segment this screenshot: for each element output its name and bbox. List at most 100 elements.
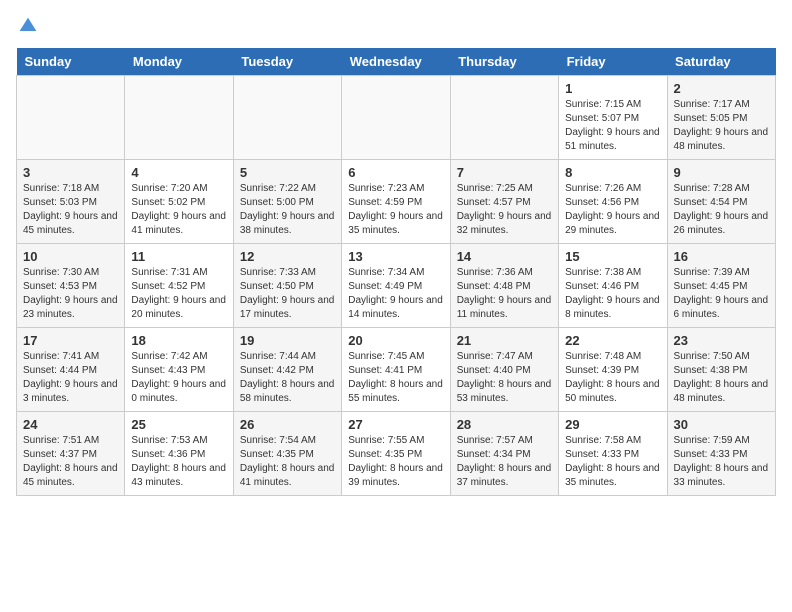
day-info: Sunrise: 7:48 AMSunset: 4:39 PMDaylight:… — [565, 350, 660, 406]
calendar-day-cell: 22Sunrise: 7:48 AMSunset: 4:39 PMDayligh… — [559, 328, 667, 412]
calendar-empty-cell — [125, 76, 233, 160]
day-info: Sunrise: 7:15 AMSunset: 5:07 PMDaylight:… — [565, 98, 660, 154]
calendar-day-cell: 17 Sunrise: 7:41 AMSunset: 4:44 PMDayligh… — [17, 328, 125, 412]
calendar-day-cell: 19 Sunrise: 7:44 AMSunset: 4:42 PMDayligh… — [233, 328, 341, 412]
logo — [16, 16, 38, 36]
calendar-week-row: 24Sunrise: 7:51 AMSunset: 4:37 PMDayligh… — [17, 412, 776, 496]
calendar-day-cell: 4 Sunrise: 7:20 AMSunset: 5:02 PMDaylight… — [125, 160, 233, 244]
day-number: 18 — [131, 333, 226, 348]
calendar-day-cell: 27Sunrise: 7:55 AMSunset: 4:35 PMDayligh… — [342, 412, 450, 496]
day-info: Sunrise: 7:39 AMSunset: 4:45 PMDaylight:… — [674, 266, 769, 322]
header-tuesday: Tuesday — [233, 48, 341, 76]
day-number: 26 — [240, 417, 335, 432]
calendar-empty-cell — [17, 76, 125, 160]
calendar-day-cell: 6Sunrise: 7:23 AMSunset: 4:59 PMDaylight… — [342, 160, 450, 244]
day-number: 15 — [565, 249, 660, 264]
day-info: Sunrise: 7:44 AMSunset: 4:42 PMDaylight:… — [240, 350, 335, 406]
day-info: Sunrise: 7:55 AMSunset: 4:35 PMDaylight:… — [348, 434, 443, 490]
calendar-day-cell: 21 Sunrise: 7:47 AMSunset: 4:40 PMDayligh… — [450, 328, 558, 412]
calendar-table: SundayMondayTuesdayWednesdayThursdayFrid… — [16, 48, 776, 496]
day-number: 16 — [674, 249, 769, 264]
day-number: 21 — [457, 333, 552, 348]
day-number: 25 — [131, 417, 226, 432]
header-friday: Friday — [559, 48, 667, 76]
day-info: Sunrise: 7:50 AMSunset: 4:38 PMDaylight:… — [674, 350, 769, 406]
calendar-empty-cell — [233, 76, 341, 160]
day-info: Sunrise: 7:36 AMSunset: 4:48 PMDaylight:… — [457, 266, 552, 322]
day-info: Sunrise: 7:31 AMSunset: 4:52 PMDaylight:… — [131, 266, 226, 322]
day-info: Sunrise: 7:26 AMSunset: 4:56 PMDaylight:… — [565, 182, 660, 238]
day-info: Sunrise: 7:53 AMSunset: 4:36 PMDaylight:… — [131, 434, 226, 490]
day-info: Sunrise: 7:42 AMSunset: 4:43 PMDaylight:… — [131, 350, 226, 406]
day-number: 19 — [240, 333, 335, 348]
calendar-day-cell: 25 Sunrise: 7:53 AMSunset: 4:36 PMDayligh… — [125, 412, 233, 496]
calendar-day-cell: 18 Sunrise: 7:42 AMSunset: 4:43 PMDayligh… — [125, 328, 233, 412]
day-number: 11 — [131, 249, 226, 264]
header-thursday: Thursday — [450, 48, 558, 76]
header-sunday: Sunday — [17, 48, 125, 76]
day-number: 14 — [457, 249, 552, 264]
header-wednesday: Wednesday — [342, 48, 450, 76]
calendar-day-cell: 20 Sunrise: 7:45 AMSunset: 4:41 PMDayligh… — [342, 328, 450, 412]
calendar-day-cell: 26 Sunrise: 7:54 AMSunset: 4:35 PMDayligh… — [233, 412, 341, 496]
header-saturday: Saturday — [667, 48, 775, 76]
day-number: 5 — [240, 165, 335, 180]
calendar-day-cell: 15 Sunrise: 7:38 AMSunset: 4:46 PMDayligh… — [559, 244, 667, 328]
calendar-week-row: 1Sunrise: 7:15 AMSunset: 5:07 PMDaylight… — [17, 76, 776, 160]
calendar-day-cell: 9 Sunrise: 7:28 AMSunset: 4:54 PMDaylight… — [667, 160, 775, 244]
day-number: 17 — [23, 333, 118, 348]
day-number: 7 — [457, 165, 552, 180]
day-number: 6 — [348, 165, 443, 180]
calendar-day-cell: 28Sunrise: 7:57 AMSunset: 4:34 PMDayligh… — [450, 412, 558, 496]
calendar-day-cell: 24Sunrise: 7:51 AMSunset: 4:37 PMDayligh… — [17, 412, 125, 496]
day-number: 4 — [131, 165, 226, 180]
day-number: 2 — [674, 81, 769, 96]
calendar-day-cell: 10 Sunrise: 7:30 AMSunset: 4:53 PMDayligh… — [17, 244, 125, 328]
calendar-empty-cell — [342, 76, 450, 160]
calendar-day-cell: 12Sunrise: 7:33 AMSunset: 4:50 PMDayligh… — [233, 244, 341, 328]
calendar-day-cell: 30Sunrise: 7:59 AMSunset: 4:33 PMDayligh… — [667, 412, 775, 496]
day-number: 3 — [23, 165, 118, 180]
calendar-day-cell: 23 Sunrise: 7:50 AMSunset: 4:38 PMDayligh… — [667, 328, 775, 412]
calendar-day-cell: 3 Sunrise: 7:18 AMSunset: 5:03 PMDaylight… — [17, 160, 125, 244]
calendar-empty-cell — [450, 76, 558, 160]
day-info: Sunrise: 7:34 AMSunset: 4:49 PMDaylight:… — [348, 266, 443, 322]
day-number: 12 — [240, 249, 335, 264]
day-info: Sunrise: 7:28 AMSunset: 4:54 PMDaylight:… — [674, 182, 769, 238]
day-info: Sunrise: 7:41 AMSunset: 4:44 PMDaylight:… — [23, 350, 118, 406]
calendar-week-row: 17 Sunrise: 7:41 AMSunset: 4:44 PMDayligh… — [17, 328, 776, 412]
day-number: 8 — [565, 165, 660, 180]
calendar-day-cell: 11 Sunrise: 7:31 AMSunset: 4:52 PMDayligh… — [125, 244, 233, 328]
day-info: Sunrise: 7:38 AMSunset: 4:46 PMDaylight:… — [565, 266, 660, 322]
calendar-day-cell: 5 Sunrise: 7:22 AMSunset: 5:00 PMDaylight… — [233, 160, 341, 244]
day-info: Sunrise: 7:25 AMSunset: 4:57 PMDaylight:… — [457, 182, 552, 238]
day-info: Sunrise: 7:17 AMSunset: 5:05 PMDaylight:… — [674, 98, 769, 154]
logo-icon — [18, 16, 38, 36]
day-info: Sunrise: 7:47 AMSunset: 4:40 PMDaylight:… — [457, 350, 552, 406]
calendar-day-cell: 1Sunrise: 7:15 AMSunset: 5:07 PMDaylight… — [559, 76, 667, 160]
calendar-week-row: 10 Sunrise: 7:30 AMSunset: 4:53 PMDayligh… — [17, 244, 776, 328]
day-info: Sunrise: 7:22 AMSunset: 5:00 PMDaylight:… — [240, 182, 335, 238]
calendar-day-cell: 2 Sunrise: 7:17 AMSunset: 5:05 PMDaylight… — [667, 76, 775, 160]
day-number: 9 — [674, 165, 769, 180]
day-info: Sunrise: 7:57 AMSunset: 4:34 PMDaylight:… — [457, 434, 552, 490]
calendar-day-cell: 8 Sunrise: 7:26 AMSunset: 4:56 PMDaylight… — [559, 160, 667, 244]
page-header — [16, 16, 776, 36]
day-info: Sunrise: 7:18 AMSunset: 5:03 PMDaylight:… — [23, 182, 118, 238]
day-number: 20 — [348, 333, 443, 348]
day-info: Sunrise: 7:51 AMSunset: 4:37 PMDaylight:… — [23, 434, 118, 490]
day-number: 13 — [348, 249, 443, 264]
day-number: 10 — [23, 249, 118, 264]
day-info: Sunrise: 7:45 AMSunset: 4:41 PMDaylight:… — [348, 350, 443, 406]
day-info: Sunrise: 7:30 AMSunset: 4:53 PMDaylight:… — [23, 266, 118, 322]
day-number: 23 — [674, 333, 769, 348]
day-info: Sunrise: 7:54 AMSunset: 4:35 PMDaylight:… — [240, 434, 335, 490]
calendar-day-cell: 13 Sunrise: 7:34 AMSunset: 4:49 PMDayligh… — [342, 244, 450, 328]
calendar-week-row: 3 Sunrise: 7:18 AMSunset: 5:03 PMDaylight… — [17, 160, 776, 244]
day-number: 29 — [565, 417, 660, 432]
calendar-day-cell: 29Sunrise: 7:58 AMSunset: 4:33 PMDayligh… — [559, 412, 667, 496]
header-monday: Monday — [125, 48, 233, 76]
day-info: Sunrise: 7:20 AMSunset: 5:02 PMDaylight:… — [131, 182, 226, 238]
calendar-day-cell: 7 Sunrise: 7:25 AMSunset: 4:57 PMDaylight… — [450, 160, 558, 244]
day-number: 30 — [674, 417, 769, 432]
